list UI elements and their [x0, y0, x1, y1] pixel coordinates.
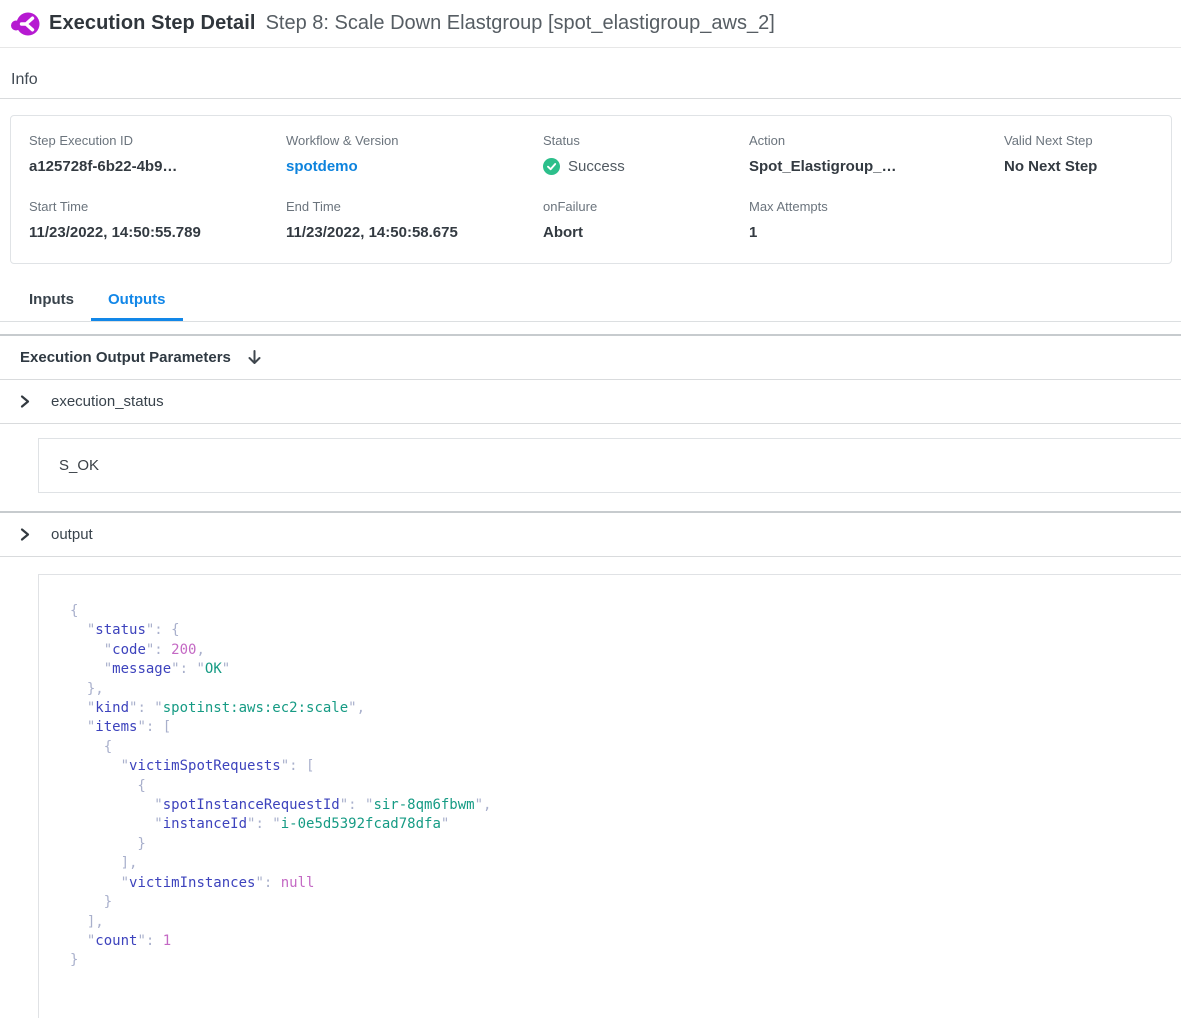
- field-label: Status: [543, 133, 749, 148]
- code-line: "code": 200,: [70, 641, 1163, 660]
- field-label: End Time: [286, 199, 543, 214]
- top-bar: Execution Step Detail Step 8: Scale Down…: [0, 0, 1181, 48]
- code-line: {: [70, 602, 1163, 621]
- field-action: Action Spot_Elastigroup_…: [749, 133, 1004, 175]
- field-label: onFailure: [543, 199, 749, 214]
- page-subtitle: Step 8: Scale Down Elastgroup [spot_elas…: [266, 12, 775, 35]
- code-line: "instanceId": "i-0e5d5392fcad78dfa": [70, 815, 1163, 834]
- down-arrow-icon[interactable]: [246, 349, 263, 366]
- code-line: }: [70, 893, 1163, 912]
- chevron-right-icon[interactable]: [17, 394, 32, 409]
- tab-outputs[interactable]: Outputs: [91, 283, 183, 321]
- page-title: Execution Step Detail: [49, 12, 256, 35]
- field-label: Step Execution ID: [29, 133, 286, 148]
- code-line: {: [70, 777, 1163, 796]
- code-line: ],: [70, 854, 1163, 873]
- code-line: "kind": "spotinst:aws:ec2:scale",: [70, 699, 1163, 718]
- workflow-link[interactable]: spotdemo: [286, 158, 543, 175]
- divider: [0, 98, 1181, 99]
- max-attempts-value: 1: [749, 224, 1004, 241]
- step-info-card: Step Execution ID a125728f-6b22-4b9… Wor…: [10, 115, 1172, 264]
- status-text: Success: [568, 158, 625, 175]
- divider: [0, 556, 1181, 557]
- code-line: },: [70, 680, 1163, 699]
- code-line: ],: [70, 913, 1163, 932]
- chevron-right-icon[interactable]: [17, 527, 32, 542]
- code-line: "status": {: [70, 621, 1163, 640]
- step-execution-id-value: a125728f-6b22-4b9…: [29, 158, 286, 175]
- field-step-execution-id: Step Execution ID a125728f-6b22-4b9…: [29, 133, 286, 175]
- execution-status-value: S_OK: [59, 457, 99, 474]
- output-parameters-header: Execution Output Parameters: [0, 336, 1181, 379]
- field-label: Action: [749, 133, 1004, 148]
- start-time-value: 11/23/2022, 14:50:55.789: [29, 224, 286, 241]
- code-line: "message": "OK": [70, 660, 1163, 679]
- valid-next-step-value: No Next Step: [1004, 158, 1171, 175]
- output-code: { "status": { "code": 200, "message": "O…: [38, 574, 1181, 1018]
- success-check-icon: [543, 158, 560, 175]
- code-line: {: [70, 738, 1163, 757]
- field-start-time: Start Time 11/23/2022, 14:50:55.789: [29, 199, 286, 241]
- code-line: }: [70, 835, 1163, 854]
- tab-inputs[interactable]: Inputs: [12, 283, 91, 321]
- field-workflow-version: Workflow & Version spotdemo: [286, 133, 543, 175]
- code-line: "spotInstanceRequestId": "sir-8qm6fbwm",: [70, 796, 1163, 815]
- param-name: execution_status: [51, 393, 164, 410]
- param-expander-execution-status[interactable]: execution_status: [0, 380, 1181, 423]
- code-line: }: [70, 951, 1163, 970]
- field-label: Max Attempts: [749, 199, 1004, 214]
- action-value: Spot_Elastigroup_…: [749, 158, 1004, 175]
- tab-bar: Inputs Outputs: [0, 283, 1181, 322]
- field-status: Status Success: [543, 133, 749, 175]
- code-line: "items": [: [70, 718, 1163, 737]
- output-parameters-title: Execution Output Parameters: [20, 349, 231, 366]
- field-label: Workflow & Version: [286, 133, 543, 148]
- field-on-failure: onFailure Abort: [543, 199, 749, 241]
- status-badge: Success: [543, 158, 749, 175]
- divider: [0, 423, 1181, 424]
- code-line: "count": 1: [70, 932, 1163, 951]
- param-expander-output[interactable]: output: [0, 513, 1181, 556]
- code-line: "victimInstances": null: [70, 874, 1163, 893]
- field-label: Start Time: [29, 199, 286, 214]
- field-end-time: End Time 11/23/2022, 14:50:58.675: [286, 199, 543, 241]
- info-section-heading: Info: [11, 71, 1181, 89]
- field-valid-next-step: Valid Next Step No Next Step: [1004, 133, 1171, 175]
- field-max-attempts: Max Attempts 1: [749, 199, 1004, 241]
- param-name: output: [51, 526, 93, 543]
- spot-logo-icon: [10, 11, 40, 37]
- execution-status-value-box: S_OK: [38, 438, 1181, 493]
- on-failure-value: Abort: [543, 224, 749, 241]
- code-line: "victimSpotRequests": [: [70, 757, 1163, 776]
- field-label: Valid Next Step: [1004, 133, 1171, 148]
- spacer: [1004, 199, 1171, 241]
- end-time-value: 11/23/2022, 14:50:58.675: [286, 224, 543, 241]
